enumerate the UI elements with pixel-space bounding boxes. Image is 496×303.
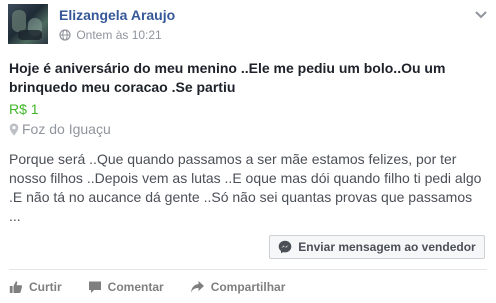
- location-label[interactable]: Foz do Iguaçu: [22, 121, 111, 137]
- messenger-icon: [278, 240, 292, 254]
- avatar[interactable]: [8, 4, 48, 44]
- like-label: Curtir: [29, 280, 62, 294]
- post-header: Elizangela Araujo Ontem às 10:21: [8, 4, 488, 48]
- post-actions: Curtir Comentar Compartilhar: [9, 276, 311, 298]
- message-seller-button[interactable]: Enviar mensagem ao vendedor: [269, 235, 485, 259]
- divider: [9, 269, 487, 270]
- post-price: R$ 1: [9, 101, 39, 117]
- post-location: Foz do Iguaçu: [9, 121, 111, 137]
- share-label: Compartilhar: [210, 280, 286, 294]
- post-body: Porque será ..Que quando passamos a ser …: [9, 151, 482, 224]
- location-pin-icon: [9, 123, 19, 136]
- comment-button[interactable]: Comentar: [88, 280, 164, 294]
- message-seller-label: Enviar mensagem ao vendedor: [298, 240, 476, 254]
- chevron-down-icon[interactable]: [474, 10, 488, 20]
- comment-label: Comentar: [107, 280, 164, 294]
- comment-icon: [88, 281, 101, 293]
- like-icon: [9, 281, 23, 293]
- post-title: Hoje é aniversário do meu menino ..Ele m…: [9, 60, 446, 95]
- globe-icon: [59, 29, 71, 41]
- like-button[interactable]: Curtir: [9, 280, 62, 294]
- share-icon: [190, 281, 204, 293]
- share-button[interactable]: Compartilhar: [190, 280, 286, 294]
- author-name[interactable]: Elizangela Araujo: [59, 7, 175, 23]
- marketplace-post: Elizangela Araujo Ontem às 10:21 Hoje é …: [0, 0, 496, 303]
- post-timestamp[interactable]: Ontem às 10:21: [76, 28, 161, 42]
- post-meta: Ontem às 10:21: [59, 28, 162, 42]
